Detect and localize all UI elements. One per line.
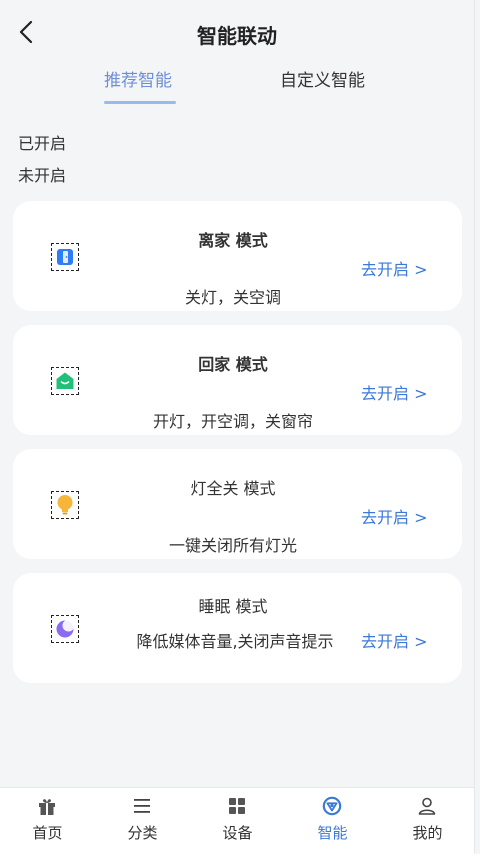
exit-door-icon — [51, 243, 79, 271]
mode-description: 一键关闭所有灯光 — [168, 536, 297, 555]
tab-label: 首页 — [32, 824, 63, 842]
home-icon — [51, 367, 79, 395]
lightbulb-icon — [51, 491, 79, 519]
mode-card-lights-off[interactable]: 灯全关 模式 一键关闭所有灯光 去开启 > — [13, 449, 462, 559]
mode-card-home[interactable]: 回家 模式 开灯，开空调，关窗帘 去开启 > — [13, 325, 462, 435]
mode-name: 灯全关 模式 — [190, 479, 276, 498]
moon-icon — [51, 615, 79, 643]
tab-label: 分类 — [127, 824, 158, 842]
enable-mode-button[interactable]: 去开启 > — [361, 628, 428, 652]
tab-custom[interactable]: 自定义智能 — [280, 66, 365, 91]
page-title: 智能联动 — [197, 24, 277, 48]
smart-icon — [322, 796, 342, 816]
mode-description: 开灯，开空调，关窗帘 — [152, 412, 313, 431]
tab-home[interactable]: 首页 — [0, 788, 95, 854]
mode-card-sleep[interactable]: 睡眠 模式 降低媒体音量,关闭声音提示 去开启 > — [13, 573, 462, 683]
gift-icon — [37, 796, 57, 816]
mode-name: 睡眠 模式 — [198, 597, 268, 616]
header: 智能联动 — [0, 0, 474, 64]
app-screen: 智能联动 推荐智能 自定义智能 已开启 未开启 离家 模式 关灯，关空调 去开启… — [0, 0, 475, 854]
mode-description: 降低媒体音量,关闭声音提示 — [136, 632, 334, 651]
tab-label: 智能 — [317, 824, 348, 842]
user-icon — [417, 796, 437, 816]
tab-smart[interactable]: 智能 — [285, 788, 380, 854]
mode-name: 回家 模式 — [198, 355, 268, 374]
tab-recommended[interactable]: 推荐智能 — [104, 66, 172, 91]
tab-category[interactable]: 分类 — [95, 788, 190, 854]
mode-name: 离家 模式 — [198, 231, 268, 250]
tab-label: 设备 — [222, 824, 253, 842]
grid-icon — [227, 796, 247, 816]
tab-devices[interactable]: 设备 — [190, 788, 285, 854]
enable-mode-button[interactable]: 去开启 > — [361, 504, 428, 528]
tab-bar-top: 推荐智能 自定义智能 — [0, 62, 474, 106]
mode-card-away[interactable]: 离家 模式 关灯，关空调 去开启 > — [13, 201, 462, 311]
menu-icon — [132, 796, 152, 816]
enable-mode-button[interactable]: 去开启 > — [361, 256, 428, 280]
enable-mode-button[interactable]: 去开启 > — [361, 380, 428, 404]
active-tab-indicator — [104, 101, 176, 104]
status-disabled[interactable]: 未开启 — [18, 162, 66, 186]
mode-description: 关灯，关空调 — [184, 288, 281, 307]
bottom-tab-bar: 首页 分类 设备 智能 我的 — [0, 787, 474, 854]
status-enabled[interactable]: 已开启 — [18, 130, 66, 154]
tab-label: 我的 — [412, 824, 443, 842]
tab-profile[interactable]: 我的 — [380, 788, 475, 854]
